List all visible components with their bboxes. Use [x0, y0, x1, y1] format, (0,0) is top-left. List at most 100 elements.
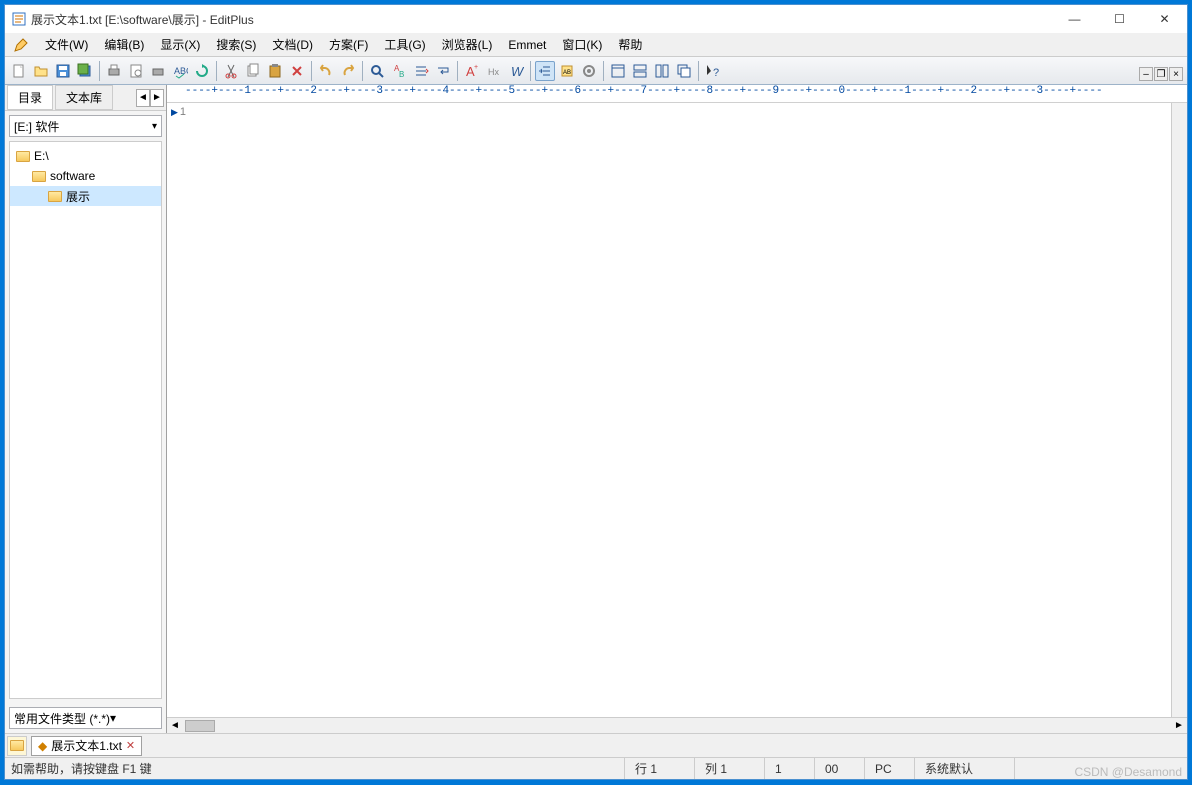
status-help: 如需帮助，请按键盘 F1 键: [5, 758, 625, 779]
status-encoding: 系统默认: [915, 758, 1015, 779]
svg-text:Hx: Hx: [488, 67, 499, 77]
scroll-thumb[interactable]: [185, 720, 215, 732]
sidebar-tab-directory[interactable]: 目录: [7, 85, 53, 110]
new-file-icon[interactable]: [9, 61, 29, 81]
line-number: 1: [171, 106, 186, 118]
folder-icon: [48, 191, 62, 202]
context-help-icon[interactable]: ?: [703, 61, 723, 81]
titlebar[interactable]: 展示文本1.txt [E:\software\展示] - EditPlus — …: [5, 5, 1187, 33]
sidebar: 目录 文本库 ◄ ► [E:] 软件 ▾ E:\ software: [5, 85, 167, 733]
replace-icon[interactable]: AB: [389, 61, 409, 81]
menu-view[interactable]: 显示(X): [152, 34, 208, 55]
mdi-restore[interactable]: ❐: [1154, 67, 1168, 81]
statusbar: 如需帮助，请按键盘 F1 键 行 1 列 1 1 00 PC 系统默认: [5, 757, 1187, 779]
hex-view-icon[interactable]: Hx: [484, 61, 504, 81]
sidebar-tab-library[interactable]: 文本库: [55, 85, 113, 110]
menu-window[interactable]: 窗口(K): [554, 34, 610, 55]
close-button[interactable]: ✕: [1142, 5, 1187, 33]
status-sel: 00: [815, 758, 865, 779]
folder-tree[interactable]: E:\ software 展示: [9, 141, 162, 699]
file-type-selector[interactable]: 常用文件类型 (*.*) ▾: [9, 707, 162, 729]
close-tab-icon[interactable]: ✕: [126, 739, 135, 752]
mdi-close[interactable]: ×: [1169, 67, 1183, 81]
tile-vert-icon[interactable]: [652, 61, 672, 81]
menu-browser[interactable]: 浏览器(L): [434, 34, 501, 55]
drive-selector[interactable]: [E:] 软件 ▾: [9, 115, 162, 137]
minimize-button[interactable]: —: [1052, 5, 1097, 33]
menu-project[interactable]: 方案(F): [321, 34, 376, 55]
modified-indicator-icon: ◆: [38, 739, 47, 753]
menu-search[interactable]: 搜索(S): [208, 34, 264, 55]
svg-text:+: +: [474, 64, 478, 71]
copy-icon[interactable]: [243, 61, 263, 81]
sidebar-tabs: 目录 文本库 ◄ ►: [5, 85, 166, 111]
status-mode: PC: [865, 758, 915, 779]
document-tab[interactable]: ◆ 展示文本1.txt ✕: [31, 736, 142, 756]
print-icon[interactable]: [104, 61, 124, 81]
editor: ----+----1----+----2----+----3----+----4…: [167, 85, 1187, 733]
indent-icon[interactable]: [535, 61, 555, 81]
sidebar-nav-prev[interactable]: ◄: [136, 89, 150, 107]
spellcheck-icon[interactable]: ABC: [170, 61, 190, 81]
menu-help[interactable]: 帮助: [610, 34, 650, 55]
chevron-down-icon: ▾: [110, 711, 116, 725]
word-wrap-icon[interactable]: [433, 61, 453, 81]
reload-icon[interactable]: [192, 61, 212, 81]
maximize-button[interactable]: ☐: [1097, 5, 1142, 33]
tree-item[interactable]: software: [10, 166, 161, 186]
delete-icon[interactable]: [287, 61, 307, 81]
tree-item[interactable]: E:\: [10, 146, 161, 166]
status-lines: 1: [765, 758, 815, 779]
redo-icon[interactable]: [338, 61, 358, 81]
column-marker-icon[interactable]: AB: [557, 61, 577, 81]
vertical-scrollbar[interactable]: [1171, 103, 1187, 717]
window-title: 展示文本1.txt [E:\software\展示] - EditPlus: [31, 11, 254, 28]
tab-list-icon[interactable]: [7, 736, 27, 756]
tree-item[interactable]: 展示: [10, 186, 161, 206]
scroll-right-icon[interactable]: ►: [1171, 720, 1187, 731]
open-file-icon[interactable]: [31, 61, 51, 81]
document-tab-label: 展示文本1.txt: [51, 737, 122, 754]
pencil-icon: [13, 37, 29, 53]
folder-icon: [10, 740, 24, 751]
settings-icon[interactable]: [579, 61, 599, 81]
sidebar-nav-next[interactable]: ►: [150, 89, 164, 107]
status-row: 行 1: [625, 758, 695, 779]
status-col: 列 1: [695, 758, 765, 779]
paste-icon[interactable]: [265, 61, 285, 81]
menu-emmet[interactable]: Emmet: [500, 36, 554, 54]
drive-label: [E:] 软件: [14, 118, 59, 135]
mdi-controls: – ❐ ×: [1139, 67, 1183, 81]
save-all-icon[interactable]: [75, 61, 95, 81]
chevron-down-icon: ▾: [152, 121, 157, 132]
print-preview-icon[interactable]: [126, 61, 146, 81]
window-list-icon[interactable]: [608, 61, 628, 81]
ruler: ----+----1----+----2----+----3----+----4…: [167, 85, 1187, 103]
app-window: 展示文本1.txt [E:\software\展示] - EditPlus — …: [4, 4, 1188, 780]
file-type-label: 常用文件类型 (*.*): [14, 710, 110, 727]
toolbar: ABC AB A+ Hx W AB ?: [5, 57, 1187, 85]
folder-icon: [16, 151, 30, 162]
svg-text:ABC: ABC: [174, 66, 188, 76]
menu-edit[interactable]: 编辑(B): [96, 34, 152, 55]
folder-icon: [32, 171, 46, 182]
cascade-icon[interactable]: [674, 61, 694, 81]
svg-text:W: W: [511, 64, 524, 79]
menu-tools[interactable]: 工具(G): [376, 34, 433, 55]
print-setup-icon[interactable]: [148, 61, 168, 81]
goto-line-icon[interactable]: [411, 61, 431, 81]
save-icon[interactable]: [53, 61, 73, 81]
scroll-left-icon[interactable]: ◄: [167, 720, 183, 731]
cut-icon[interactable]: [221, 61, 241, 81]
mdi-minimize[interactable]: –: [1139, 67, 1153, 81]
font-large-icon[interactable]: A+: [462, 61, 482, 81]
find-icon[interactable]: [367, 61, 387, 81]
horizontal-scrollbar[interactable]: ◄ ►: [167, 717, 1187, 733]
text-area[interactable]: 1: [167, 103, 1187, 717]
italic-icon[interactable]: W: [506, 61, 526, 81]
menu-document[interactable]: 文档(D): [264, 34, 321, 55]
undo-icon[interactable]: [316, 61, 336, 81]
tile-horz-icon[interactable]: [630, 61, 650, 81]
menu-file[interactable]: 文件(W): [37, 34, 96, 55]
svg-text:?: ?: [713, 67, 719, 79]
